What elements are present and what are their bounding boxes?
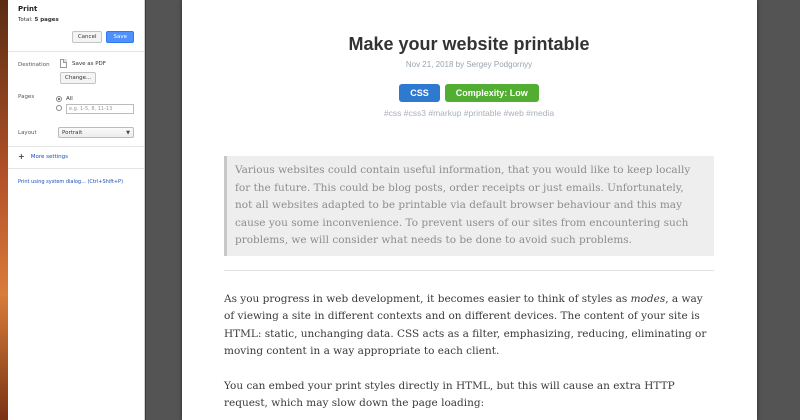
desktop-wallpaper [0, 0, 8, 420]
pages-range-radio[interactable] [56, 104, 62, 111]
paragraph-text: As you progress in web development, it b… [224, 292, 631, 305]
pages-all-option[interactable]: All [56, 94, 134, 103]
print-title: Print [18, 5, 38, 13]
pages-row: Pages All [8, 94, 144, 114]
page-content: Make your website printable Nov 21, 2018… [224, 0, 714, 413]
layout-row: Layout Portrait ▼ [8, 127, 144, 138]
more-settings-toggle[interactable]: + More settings [8, 147, 144, 161]
pages-label: Pages [18, 94, 35, 100]
caret-down-icon: ▼ [126, 129, 130, 136]
print-header: Print Total: 5 pages [8, 0, 144, 23]
layout-value: Portrait ▼ [58, 127, 134, 138]
total-value: 5 pages [34, 17, 59, 23]
destination-option: Save as PDF [60, 59, 134, 68]
pages-all-label: All [66, 95, 73, 102]
pages-range-input[interactable] [66, 104, 134, 114]
article-meta: Nov 21, 2018 by Sergey Podgornyy [405, 60, 533, 69]
article-badges: CSS Complexity: Low [224, 84, 714, 102]
print-preview: Make your website printable Nov 21, 2018… [146, 0, 800, 420]
badge-complexity: Complexity: Low [444, 84, 539, 102]
article-tags: #css #css3 #markup #printable #web #medi… [383, 108, 555, 118]
pages-options: All [56, 94, 134, 114]
system-dialog-link[interactable]: Print using system dialog... (Ctrl+Shift… [8, 169, 144, 185]
print-sidebar: Print Total: 5 pages Cancel Save Destina… [8, 0, 145, 420]
divider [8, 51, 144, 52]
article-paragraph: You can embed your print styles directly… [224, 379, 675, 410]
total-label: Total: [18, 17, 33, 23]
preview-page: Make your website printable Nov 21, 2018… [182, 0, 757, 420]
change-destination-button[interactable]: Change... [60, 72, 97, 84]
destination-name: Save as PDF [72, 60, 106, 67]
cancel-button[interactable]: Cancel [71, 31, 103, 43]
pdf-document-icon [60, 59, 67, 68]
total-pages: Total: 5 pages [18, 17, 134, 23]
pages-all-radio[interactable] [56, 95, 62, 102]
paragraph-emphasis: modes [630, 292, 666, 305]
article-title: Make your website printable [348, 34, 590, 54]
pages-range-option[interactable] [56, 103, 134, 114]
more-settings-label: More settings [30, 154, 69, 160]
badge-css: CSS [399, 84, 440, 102]
destination-value: Save as PDF Change... [60, 59, 134, 84]
plus-icon: + [18, 152, 25, 161]
article-intro: Various websites could contain useful in… [224, 156, 714, 256]
layout-label: Layout [18, 129, 37, 136]
destination-row: Destination Save as PDF Change... [8, 59, 144, 84]
divider [224, 269, 714, 271]
article-paragraph: As you progress in web development, it b… [224, 291, 714, 361]
save-button[interactable]: Save [106, 31, 134, 43]
layout-selected: Portrait [62, 129, 83, 136]
print-actions: Cancel Save [8, 31, 144, 43]
destination-label: Destination [18, 62, 50, 68]
layout-select[interactable]: Portrait ▼ [58, 127, 134, 138]
